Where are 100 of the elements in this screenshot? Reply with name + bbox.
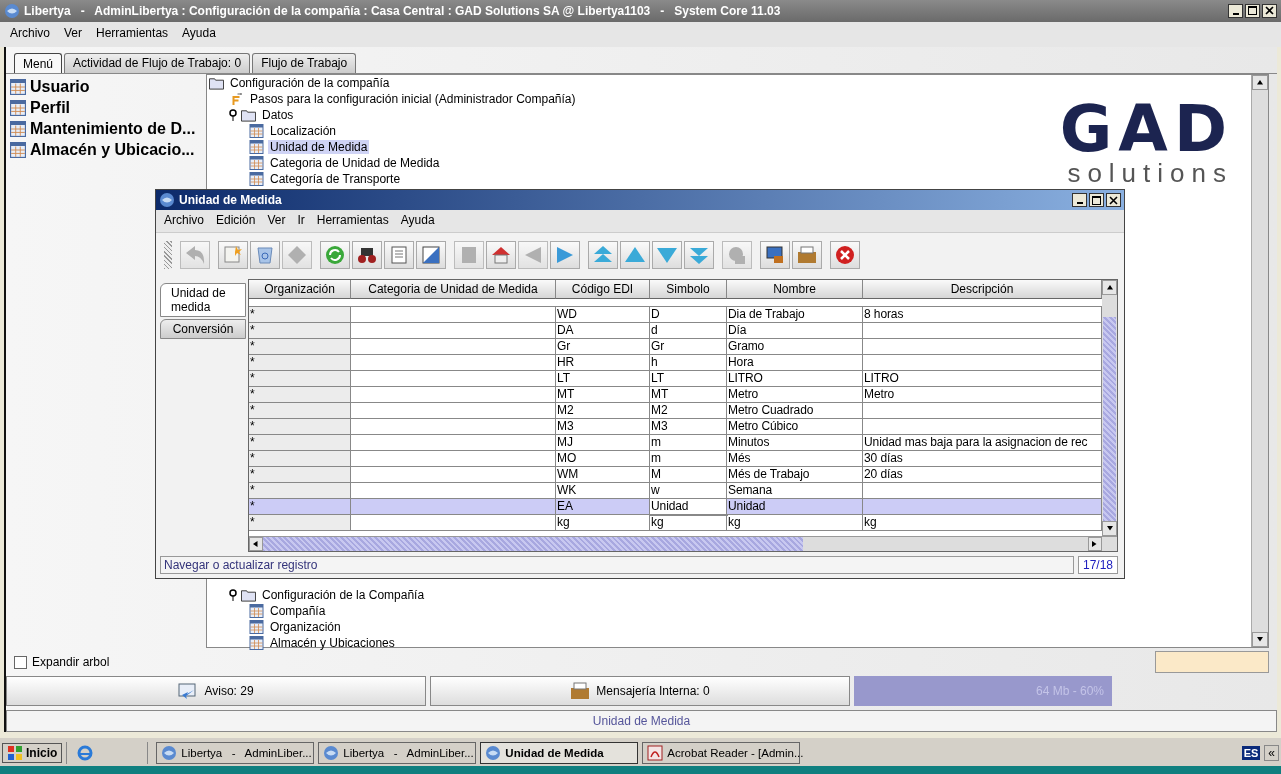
menu-item[interactable]: Herramientas bbox=[316, 213, 389, 229]
app-icon bbox=[485, 745, 502, 762]
scroll-down-button[interactable] bbox=[1252, 632, 1268, 648]
favorite-item[interactable]: Perfil bbox=[30, 98, 70, 117]
tree-item[interactable]: Unidad de Medida bbox=[268, 140, 370, 155]
tree-item[interactable]: Categoría de Transporte bbox=[268, 172, 403, 187]
tree-item[interactable]: Categoria de Unidad de Medida bbox=[268, 156, 442, 171]
maximize-button[interactable] bbox=[1089, 193, 1104, 207]
table-cell: LT bbox=[556, 371, 650, 387]
table-cell: * bbox=[249, 323, 351, 339]
menu-item[interactable]: Ayuda bbox=[182, 25, 216, 44]
menu-item[interactable]: Ayuda bbox=[400, 213, 435, 229]
taskbar-button[interactable]: Acrobat Reader - [Admin... bbox=[642, 742, 801, 765]
scroll-thumb[interactable] bbox=[1103, 317, 1116, 521]
tree-item[interactable]: Compañía bbox=[268, 604, 328, 619]
tree-item[interactable]: Pasos para la configuración inicial (Administrador Compañía) bbox=[248, 92, 578, 107]
table-cell: M3 bbox=[650, 419, 727, 435]
column-header[interactable]: Categoria de Unidad de Medida bbox=[351, 280, 556, 299]
checkbox[interactable] bbox=[14, 655, 27, 669]
expand-handle-icon[interactable] bbox=[229, 589, 237, 602]
scroll-right-button[interactable] bbox=[1088, 537, 1102, 551]
tree-item[interactable]: Datos bbox=[260, 108, 296, 123]
table-cell: m bbox=[650, 451, 727, 467]
tab[interactable]: Unidad de medida bbox=[160, 283, 246, 317]
table-cell: * bbox=[249, 371, 351, 387]
tree-item[interactable]: Configuración de la Compañía bbox=[260, 588, 427, 603]
expand-handle-icon[interactable] bbox=[229, 109, 237, 122]
scroll-down-button[interactable] bbox=[1102, 521, 1117, 536]
tab[interactable]: Menú bbox=[14, 53, 63, 74]
menu-item[interactable]: Ver bbox=[64, 25, 83, 44]
table-cell: * bbox=[249, 387, 351, 403]
favorite-item[interactable]: Mantenimiento de D... bbox=[30, 119, 196, 138]
window-icon bbox=[10, 99, 26, 116]
maximize-button[interactable] bbox=[1245, 3, 1260, 18]
up-arrow-icon bbox=[1105, 284, 1114, 291]
browser-icon[interactable] bbox=[77, 745, 94, 762]
menu-item[interactable]: Archivo bbox=[10, 25, 50, 44]
notice-button[interactable]: Aviso: 29 bbox=[6, 676, 426, 707]
favorite-item[interactable]: Almacén y Ubicacio... bbox=[30, 140, 195, 159]
language-indicator[interactable]: ES bbox=[1241, 746, 1261, 761]
table-cell: Minutos bbox=[727, 435, 863, 451]
column-header[interactable]: Código EDI bbox=[556, 280, 650, 299]
taskbar-button[interactable]: Libertya - AdminLiber... bbox=[156, 742, 315, 765]
column-header[interactable]: Organización bbox=[249, 280, 351, 299]
minimize-icon bbox=[1232, 12, 1239, 15]
toolbar-button[interactable] bbox=[830, 241, 860, 269]
refresh-icon bbox=[324, 244, 346, 266]
menu-item[interactable]: Ver bbox=[267, 213, 286, 229]
table-cell: h bbox=[650, 355, 727, 371]
menu-item[interactable]: Archivo bbox=[164, 213, 204, 229]
menu-item[interactable]: Ir bbox=[297, 213, 305, 229]
scroll-up-button[interactable] bbox=[1102, 280, 1117, 295]
toolbar-grip[interactable] bbox=[164, 241, 172, 269]
tab[interactable]: Flujo de Trabajo bbox=[252, 53, 357, 74]
column-header[interactable]: Simbolo bbox=[650, 280, 727, 299]
dialog-title: Unidad de Medida bbox=[179, 193, 283, 207]
tree-item[interactable]: Organización bbox=[268, 620, 343, 635]
table-cell: * bbox=[249, 515, 351, 531]
close-button[interactable] bbox=[1106, 193, 1121, 207]
tab[interactable]: Actividad de Flujo de Trabajo: 0 bbox=[64, 53, 251, 74]
table-cell: * bbox=[249, 451, 351, 467]
messages-button[interactable]: Mensajería Interna: 0 bbox=[430, 676, 850, 707]
scroll-thumb[interactable] bbox=[263, 537, 803, 551]
close-icon bbox=[1109, 195, 1118, 205]
taskbar-button[interactable]: Libertya - AdminLiber... bbox=[318, 742, 477, 765]
delete-icon bbox=[254, 244, 276, 266]
tray-toggle-button[interactable]: « bbox=[1264, 745, 1279, 762]
minimize-button[interactable] bbox=[1228, 3, 1243, 18]
table-cell: Unidad bbox=[650, 499, 727, 515]
toolbar-button[interactable] bbox=[760, 241, 790, 269]
tab[interactable]: Conversión bbox=[160, 319, 246, 339]
close-button[interactable] bbox=[1262, 3, 1277, 18]
window-icon bbox=[249, 172, 264, 187]
column-header[interactable]: Nombre bbox=[727, 280, 863, 299]
table-cell: Gramo bbox=[727, 339, 863, 355]
toolbar-button[interactable] bbox=[352, 241, 382, 269]
table-cell: Gr bbox=[650, 339, 727, 355]
table-cell: MT bbox=[650, 387, 727, 403]
menu-item[interactable]: Herramientas bbox=[96, 25, 169, 44]
tree-item[interactable]: Almacén y Ubicaciones bbox=[268, 636, 397, 651]
column-header[interactable]: Descripción bbox=[863, 280, 1102, 299]
table-cell: Unidad mas baja para la asignacion de rec bbox=[863, 435, 1102, 451]
scroll-left-button[interactable] bbox=[249, 537, 263, 551]
tree-item[interactable]: Configuración de la compañía bbox=[228, 76, 392, 91]
table-cell: Unidad bbox=[727, 499, 863, 515]
menu-item[interactable]: Edición bbox=[216, 213, 256, 229]
tree-item[interactable]: Localización bbox=[268, 124, 339, 139]
favorite-item[interactable]: Usuario bbox=[30, 77, 90, 96]
minimize-button[interactable] bbox=[1072, 193, 1087, 207]
report-icon bbox=[764, 244, 786, 266]
up-arrow-icon bbox=[1256, 79, 1264, 86]
app-icon bbox=[161, 745, 178, 762]
start-button[interactable]: Inicio bbox=[2, 743, 63, 764]
scroll-up-button[interactable] bbox=[1252, 75, 1268, 91]
table-cell: kg bbox=[556, 515, 650, 531]
taskbar-button[interactable]: Unidad de Medida bbox=[480, 742, 639, 765]
right-arrow-icon bbox=[1091, 541, 1099, 547]
table-cell: kg bbox=[863, 515, 1102, 531]
table-cell: * bbox=[249, 355, 351, 371]
window-icon bbox=[249, 620, 264, 635]
